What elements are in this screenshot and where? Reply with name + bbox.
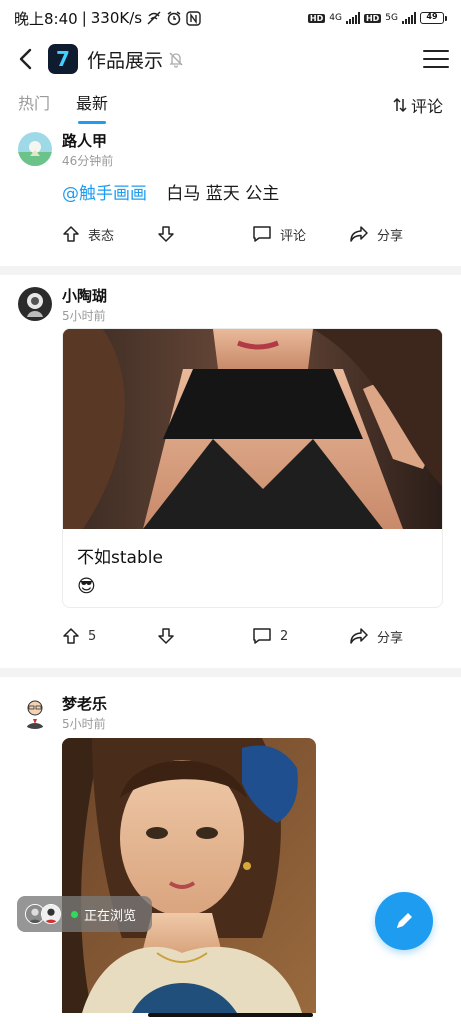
status-separator: | [81,9,87,27]
chevron-left-icon [19,48,32,70]
app-logo: 7 [48,44,78,74]
card-body: 不如stable 😎 [63,529,442,607]
upvote-button[interactable]: 表态 [62,225,157,244]
compose-button[interactable] [375,892,433,950]
upvote-count: 5 [88,628,97,644]
share-button[interactable]: 分享 [349,225,403,244]
post-image[interactable] [62,738,316,1013]
post-divider [0,668,461,677]
share-icon [350,628,368,644]
tab-latest[interactable]: 最新 [76,90,109,124]
battery-level: 49 [426,12,438,21]
nfc-icon [186,10,201,26]
post-content: @触手画画 白马 蓝天 公主 [62,179,443,204]
post-actions: 5 2 分享 [62,612,443,660]
post-item[interactable]: 梦老乐 5小时前 [0,677,461,1013]
author-name[interactable]: 小陶瑚 [62,287,107,305]
alarm-icon [166,10,182,26]
browsing-indicator[interactable]: 正在浏览 [17,896,152,932]
online-dot [71,910,78,918]
tab-hot-label: 热门 [18,94,51,113]
hd-badge-1: HD [307,13,326,23]
network-type-1: 4G [329,13,342,23]
post-divider [0,266,461,275]
card-title: 不如stable [77,548,163,568]
share-label: 分享 [377,228,404,244]
share-icon [350,226,368,242]
tab-latest-label: 最新 [76,94,109,113]
avatar[interactable] [18,695,52,729]
post-actions: 表态 评论 分享 [62,210,443,258]
status-left: 晚上8:40 | 330K/s [14,8,201,29]
author-info: 梦老乐 5小时前 [62,695,107,732]
post-time: 46分钟前 [62,154,114,168]
post-header: 小陶瑚 5小时前 [18,287,443,324]
arrow-up-icon [63,628,79,644]
tab-hot[interactable]: 热门 [18,90,50,120]
post-item[interactable]: 小陶瑚 5小时前 不如stable 😎 5 2 分享 [0,275,461,677]
comment-button[interactable]: 2 [252,627,349,645]
post-content: 不如stable 😎 [62,328,443,608]
author-info: 路人甲 46分钟前 [62,132,113,169]
upvote-button[interactable]: 5 [62,627,157,645]
share-button[interactable]: 分享 [349,627,403,646]
sort-label: 评论 [410,97,443,116]
downvote-button[interactable] [157,627,252,645]
vpn-off-icon [146,10,162,26]
comment-icon [253,226,271,242]
comment-count: 2 [280,628,289,644]
back-button[interactable] [12,46,38,72]
top-bar: 7 作品展示 [0,36,461,82]
page-title: 作品展示 [87,49,164,72]
author-info: 小陶瑚 5小时前 [62,287,107,324]
sort-icon [393,97,407,113]
battery-icon: 49 [420,12,447,24]
arrow-up-icon [63,226,79,242]
arrow-down-icon [158,628,174,644]
share-label: 分享 [377,630,404,646]
author-name[interactable]: 梦老乐 [62,695,107,713]
arrow-down-icon [158,226,174,242]
comment-button[interactable]: 评论 [252,225,349,244]
status-time: 晚上8:40 [14,9,78,28]
app-screen: 晚上8:40 | 330K/s HD 4G HD 5G 49 7 作品展示 热门… [0,0,461,1024]
browsing-label: 正在浏览 [84,908,137,924]
status-right: HD 4G HD 5G 49 [307,12,447,24]
hd-badge-2: HD [363,13,382,23]
home-indicator[interactable] [148,1013,313,1017]
post-header: 梦老乐 5小时前 [18,695,443,732]
active-tab-indicator [78,121,107,124]
mention-link[interactable]: @触手画画 [62,184,147,204]
post-content [62,738,443,1013]
post-image[interactable] [63,329,442,529]
sunglasses-emoji: 😎 [77,576,96,597]
status-bar: 晚上8:40 | 330K/s HD 4G HD 5G 49 [0,0,461,36]
comment-icon [253,628,271,644]
post-item[interactable]: 路人甲 46分钟前 @触手画画 白马 蓝天 公主 表态 评论 分享 [0,128,461,275]
signal-icon-1 [345,12,360,24]
avatar[interactable] [18,132,52,166]
feed-tabs: 热门 最新 评论 [0,82,461,128]
author-name[interactable]: 路人甲 [62,132,113,150]
upvote-label: 表态 [88,228,115,244]
post-card[interactable]: 不如stable 😎 [62,328,443,608]
status-speed: 330K/s [90,9,143,27]
comment-label: 评论 [280,228,307,244]
sort-button[interactable]: 评论 [393,93,443,117]
downvote-button[interactable] [157,225,252,243]
avatar[interactable] [18,287,52,321]
post-header: 路人甲 46分钟前 [18,132,443,169]
post-body-text: 白马 蓝天 公主 [166,184,280,204]
pencil-icon [397,913,412,928]
notification-off-icon [169,52,183,68]
network-type-2: 5G [385,13,398,23]
menu-button[interactable] [423,46,449,72]
post-time: 5小时前 [62,309,106,323]
post-time: 5小时前 [62,717,106,731]
post-text: @触手画画 白马 蓝天 公主 [62,179,443,204]
signal-icon-2 [402,12,416,24]
viewer-avatar [41,904,61,924]
